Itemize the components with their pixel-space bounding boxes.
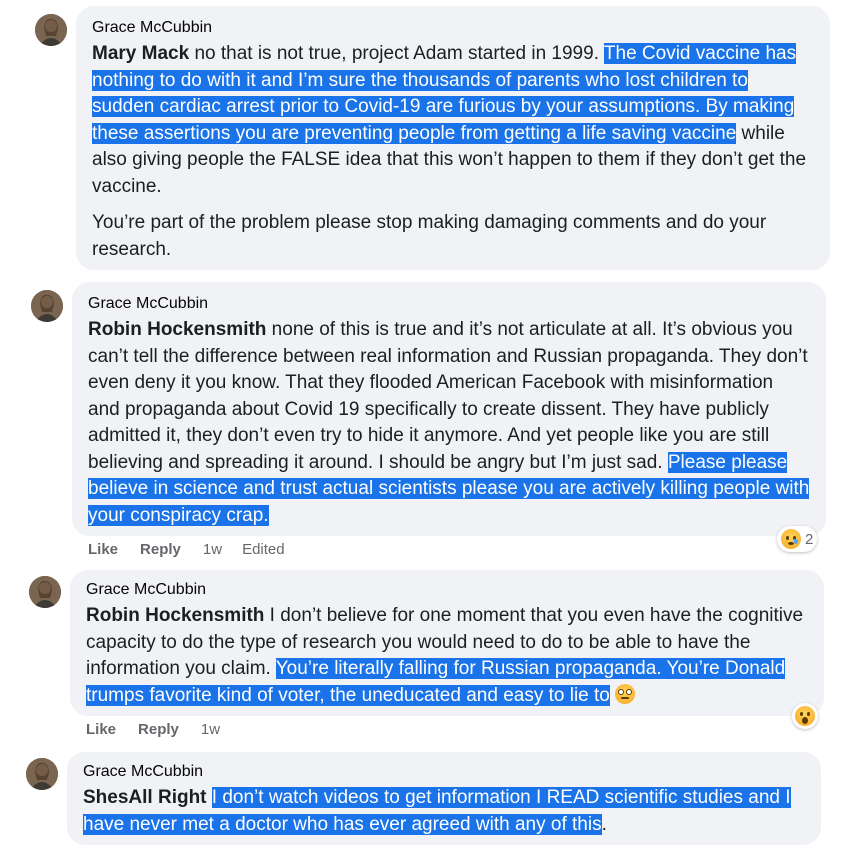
mention-link[interactable]: Robin Hockensmith <box>86 605 264 626</box>
comment-author[interactable]: Grace McCubbin <box>88 293 810 315</box>
comment-author[interactable]: Grace McCubbin <box>92 17 814 39</box>
comment-bubble: Grace McCubbin Robin Hockensmith none of… <box>72 282 826 536</box>
profile-photo-icon <box>31 290 63 322</box>
reaction-badge[interactable] <box>792 703 818 729</box>
comment-author[interactable]: Grace McCubbin <box>86 579 808 601</box>
comment-bubble: Grace McCubbin Mary Mack no that is not … <box>76 6 830 270</box>
avatar[interactable] <box>26 758 58 790</box>
reply-button[interactable]: Reply <box>138 720 179 740</box>
comment-text: Robin Hockensmith none of this is true a… <box>88 319 810 526</box>
edited-label: Edited <box>242 541 285 558</box>
timestamp[interactable]: 1w <box>203 540 222 560</box>
mention-link[interactable]: Robin Hockensmith <box>88 319 266 340</box>
comment-actions: Like Reply 1w Edited <box>88 540 285 560</box>
wow-reaction-icon <box>795 706 815 726</box>
comment-text: Mary Mack no that is not true, project A… <box>92 43 807 197</box>
avatar[interactable] <box>31 290 63 322</box>
like-button[interactable]: Like <box>86 720 116 740</box>
timestamp[interactable]: 1w <box>201 720 220 740</box>
reaction-count: 2 <box>805 530 814 548</box>
avatar[interactable] <box>29 576 61 608</box>
profile-photo-icon <box>29 576 61 608</box>
reply-button[interactable]: Reply <box>140 540 181 560</box>
comment-text: Robin Hockensmith I don’t believe for on… <box>86 605 804 706</box>
profile-photo-icon <box>35 14 67 46</box>
comment-bubble: Grace McCubbin Robin Hockensmith I don’t… <box>70 570 824 716</box>
comment-author[interactable]: Grace McCubbin <box>83 761 805 783</box>
sad-reaction-icon <box>781 529 801 549</box>
comment-text-paragraph: You’re part of the problem please stop m… <box>92 212 767 260</box>
comment-actions: Like Reply 1w <box>86 720 240 740</box>
avatar[interactable] <box>35 14 67 46</box>
like-button[interactable]: Like <box>88 540 118 560</box>
rolling-eyes-emoji-icon <box>615 683 636 704</box>
comment-bubble: Grace McCubbin ShesAll Right I don’t wat… <box>67 752 821 845</box>
mention-link[interactable]: Mary Mack <box>92 43 189 64</box>
profile-photo-icon <box>26 758 58 790</box>
comment-text: ShesAll Right I don’t watch videos to ge… <box>83 787 791 835</box>
mention-link[interactable]: ShesAll Right <box>83 787 207 808</box>
reaction-badge[interactable]: 2 <box>777 526 818 552</box>
